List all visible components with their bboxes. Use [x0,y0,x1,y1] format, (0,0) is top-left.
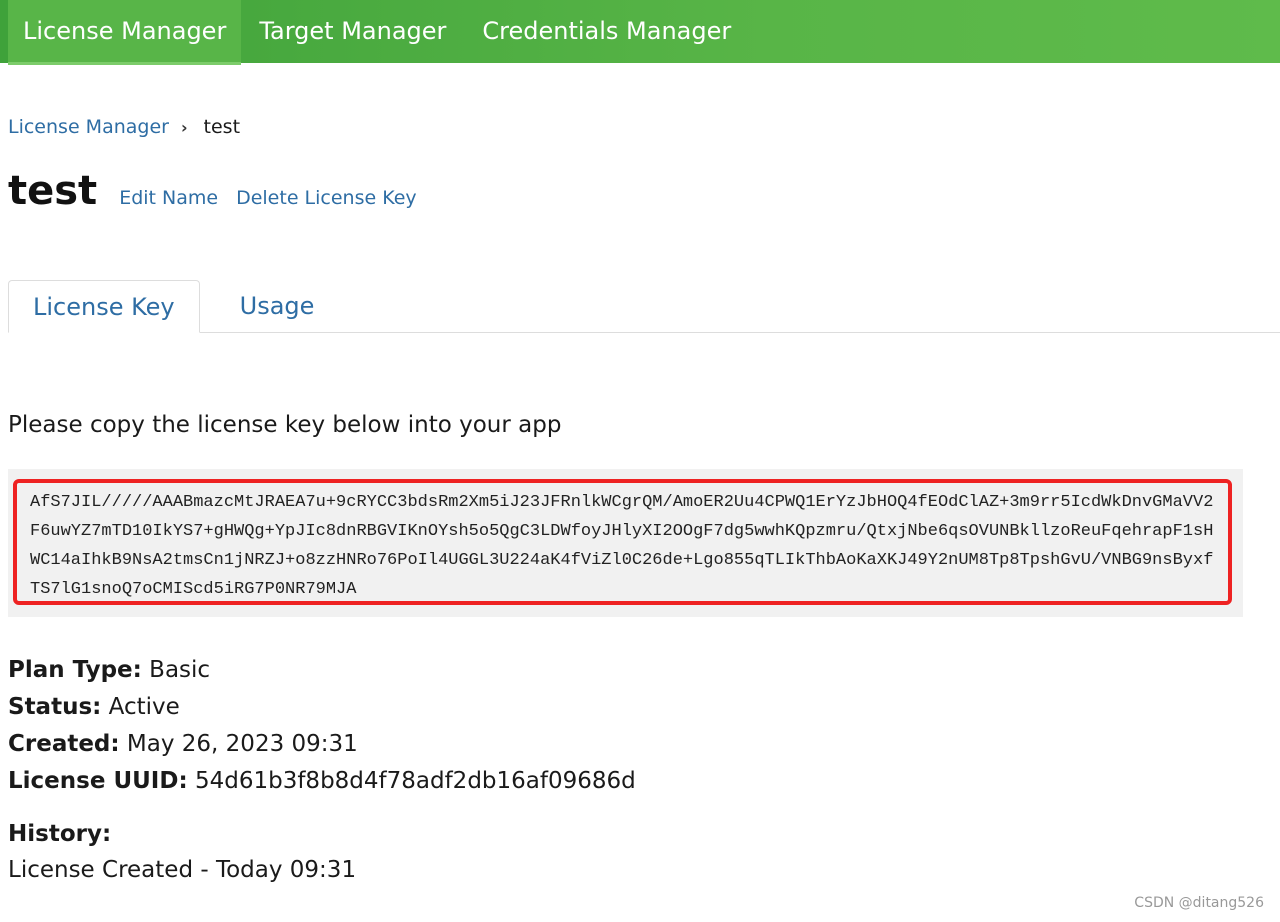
status-label: Status: [8,694,102,720]
plan-type-value: Basic [149,657,211,683]
breadcrumb: License Manager › test [8,116,240,138]
nav-license-manager[interactable]: License Manager [8,0,242,65]
nav-target-manager[interactable]: Target Manager [241,0,464,63]
page-title: test [8,168,98,214]
breadcrumb-license-manager-link[interactable]: License Manager [8,116,169,138]
tab-usage[interactable]: Usage [216,280,339,331]
chevron-right-icon: › [180,117,188,137]
tab-license-key[interactable]: License Key [8,280,200,333]
created-row: Created: May 26, 2023 09:31 [8,726,636,763]
status-value: Active [108,694,180,720]
plan-type-label: Plan Type: [8,657,142,683]
license-key-text[interactable]: AfS7JIL/////AAABmazcMtJRAEA7u+9cRYCC3bds… [13,479,1232,605]
history-label: History: [8,821,112,847]
status-row: Status: Active [8,689,636,726]
top-navigation: License Manager Target Manager Credentia… [0,0,1280,65]
uuid-label: License UUID: [8,768,188,794]
edit-name-link[interactable]: Edit Name [119,187,218,209]
watermark: CSDN @ditang526 [1134,895,1264,911]
tab-bar: License Key Usage [8,280,1280,333]
created-label: Created: [8,731,120,757]
uuid-row: License UUID: 54d61b3f8b8d4f78adf2db16af… [8,763,636,800]
nav-credentials-manager[interactable]: Credentials Manager [464,0,749,63]
license-instructions: Please copy the license key below into y… [8,412,562,438]
title-row: test Edit Name Delete License Key [8,168,417,214]
history-entry: License Created - Today 09:31 [8,857,357,883]
license-details: Plan Type: Basic Status: Active Created:… [8,652,636,800]
created-value: May 26, 2023 09:31 [126,731,358,757]
uuid-value: 54d61b3f8b8d4f78adf2db16af09686d [194,768,636,794]
delete-license-key-link[interactable]: Delete License Key [236,187,417,209]
license-key-container: AfS7JIL/////AAABmazcMtJRAEA7u+9cRYCC3bds… [8,469,1243,617]
history-section: History: License Created - Today 09:31 [8,816,356,888]
plan-type-row: Plan Type: Basic [8,652,636,689]
breadcrumb-current: test [203,116,241,138]
